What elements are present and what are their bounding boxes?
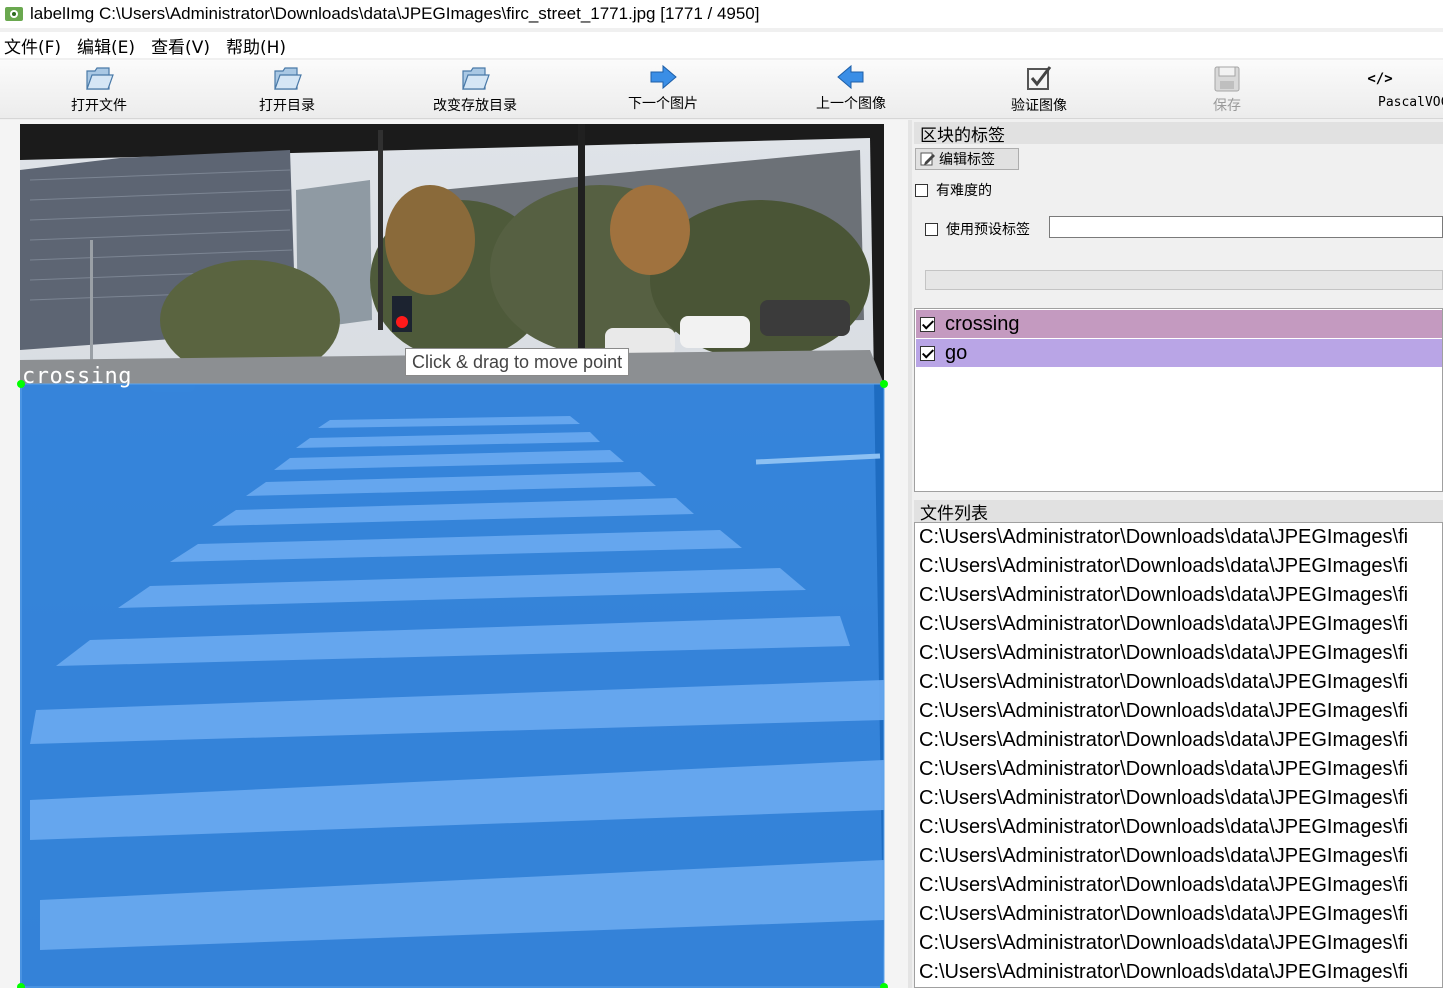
open-folder-icon xyxy=(274,67,302,90)
difficult-label: 有难度的 xyxy=(936,183,992,199)
edit-label-button[interactable]: 编辑标签 xyxy=(915,148,1019,170)
move-point-tooltip: Click & drag to move point xyxy=(405,348,630,376)
file-list-item[interactable]: C:\Users\Administrator\Downloads\data\JP… xyxy=(915,900,1442,929)
label-list[interactable]: crossing go xyxy=(914,308,1443,492)
street-image xyxy=(17,124,888,988)
file-list-item[interactable]: C:\Users\Administrator\Downloads\data\JP… xyxy=(915,639,1442,668)
next-image-label: 下一个图片 xyxy=(628,96,698,112)
label-visible-checkbox[interactable] xyxy=(920,316,935,332)
verify-image-label: 验证图像 xyxy=(1011,98,1067,114)
edit-pencil-icon xyxy=(920,152,935,166)
open-folder-icon xyxy=(86,67,114,90)
file-list-item[interactable]: C:\Users\Administrator\Downloads\data\JP… xyxy=(915,581,1442,610)
label-item-go[interactable]: go xyxy=(916,339,1442,367)
label-item-text: crossing xyxy=(945,312,1020,335)
save-disk-icon xyxy=(1214,66,1240,92)
arrow-right-icon xyxy=(650,64,677,90)
prev-image-button[interactable]: 上一个图像 xyxy=(786,60,916,118)
edit-label-text: 编辑标签 xyxy=(939,152,995,168)
use-default-label-row[interactable]: 使用预设标签 xyxy=(925,219,1030,239)
file-list-item[interactable]: C:\Users\Administrator\Downloads\data\JP… xyxy=(915,871,1442,900)
change-save-dir-button[interactable]: 改变存放目录 xyxy=(410,60,540,118)
format-toggle-button[interactable]: </> PascalVOC xyxy=(1349,60,1443,118)
file-list-item[interactable]: C:\Users\Administrator\Downloads\data\JP… xyxy=(915,523,1442,552)
label-item-crossing[interactable]: crossing xyxy=(916,310,1442,338)
file-list-item[interactable]: C:\Users\Administrator\Downloads\data\JP… xyxy=(915,929,1442,958)
right-dock: 区块的标签 编辑标签 有难度的 使用预设标签 crossing go 文件列表 … xyxy=(912,120,1443,988)
file-list-item[interactable]: C:\Users\Administrator\Downloads\data\JP… xyxy=(915,813,1442,842)
file-list-item[interactable]: C:\Users\Administrator\Downloads\data\JP… xyxy=(915,958,1442,987)
default-label-input[interactable] xyxy=(1049,216,1443,238)
code-tag-icon: </> xyxy=(1367,71,1392,87)
file-list-item[interactable]: C:\Users\Administrator\Downloads\data\JP… xyxy=(915,697,1442,726)
file-list-item[interactable]: C:\Users\Administrator\Downloads\data\JP… xyxy=(915,726,1442,755)
menu-edit[interactable]: 编辑(E) xyxy=(77,33,135,58)
checkbox-checked-icon xyxy=(1027,66,1052,90)
label-item-text: go xyxy=(945,341,968,364)
title-bar: labelImg C:\Users\Administrator\Download… xyxy=(0,0,1443,28)
image-canvas[interactable]: crossing Click & drag to move point xyxy=(0,120,908,988)
format-label: PascalVOC xyxy=(1378,95,1443,110)
open-dir-button[interactable]: 打开目录 xyxy=(222,60,352,118)
verify-image-button[interactable]: 验证图像 xyxy=(974,60,1104,118)
file-list-item[interactable]: C:\Users\Administrator\Downloads\data\JP… xyxy=(915,842,1442,871)
save-button[interactable]: 保存 xyxy=(1162,60,1292,118)
file-list[interactable]: C:\Users\Administrator\Downloads\data\JP… xyxy=(914,522,1443,988)
svg-text:</>: </> xyxy=(1367,71,1392,87)
next-image-button[interactable]: 下一个图片 xyxy=(598,60,728,118)
open-file-label: 打开文件 xyxy=(71,98,127,114)
file-list-item[interactable]: C:\Users\Administrator\Downloads\data\JP… xyxy=(915,784,1442,813)
menu-view[interactable]: 查看(V) xyxy=(151,33,210,58)
open-file-button[interactable]: 打开文件 xyxy=(34,60,164,118)
menu-help[interactable]: 帮助(H) xyxy=(226,33,286,58)
difficult-checkbox-row[interactable]: 有难度的 xyxy=(915,180,992,200)
window-title: labelImg C:\Users\Administrator\Download… xyxy=(30,4,760,23)
arrow-left-icon xyxy=(837,64,864,90)
open-dir-label: 打开目录 xyxy=(259,98,315,114)
change-save-dir-label: 改变存放目录 xyxy=(433,98,517,114)
file-list-item[interactable]: C:\Users\Administrator\Downloads\data\JP… xyxy=(915,610,1442,639)
file-list-item[interactable]: C:\Users\Administrator\Downloads\data\JP… xyxy=(915,668,1442,697)
file-list-item[interactable]: C:\Users\Administrator\Downloads\data\JP… xyxy=(915,552,1442,581)
label-visible-checkbox[interactable] xyxy=(920,345,935,361)
menu-bar: 文件(F) 编辑(E) 查看(V) 帮助(H) xyxy=(0,32,1443,58)
difficult-checkbox[interactable] xyxy=(915,183,928,197)
use-default-label-checkbox[interactable] xyxy=(925,222,938,236)
toolbar: 打开文件 打开目录 改变存放目录 下一个图片 上一个图像 验证图像 保存 </>… xyxy=(0,60,1443,119)
labelimg-app-icon xyxy=(4,4,24,24)
labels-panel-title: 区块的标签 xyxy=(914,122,1443,146)
menu-file[interactable]: 文件(F) xyxy=(4,33,61,58)
label-combo-box[interactable] xyxy=(925,270,1443,290)
bounding-box-label: crossing xyxy=(22,364,132,389)
open-folder-icon xyxy=(462,67,490,90)
save-label: 保存 xyxy=(1213,98,1241,114)
use-default-label-text: 使用预设标签 xyxy=(946,222,1030,238)
file-list-title: 文件列表 xyxy=(914,500,1443,524)
prev-image-label: 上一个图像 xyxy=(816,96,886,112)
file-list-item[interactable]: C:\Users\Administrator\Downloads\data\JP… xyxy=(915,755,1442,784)
